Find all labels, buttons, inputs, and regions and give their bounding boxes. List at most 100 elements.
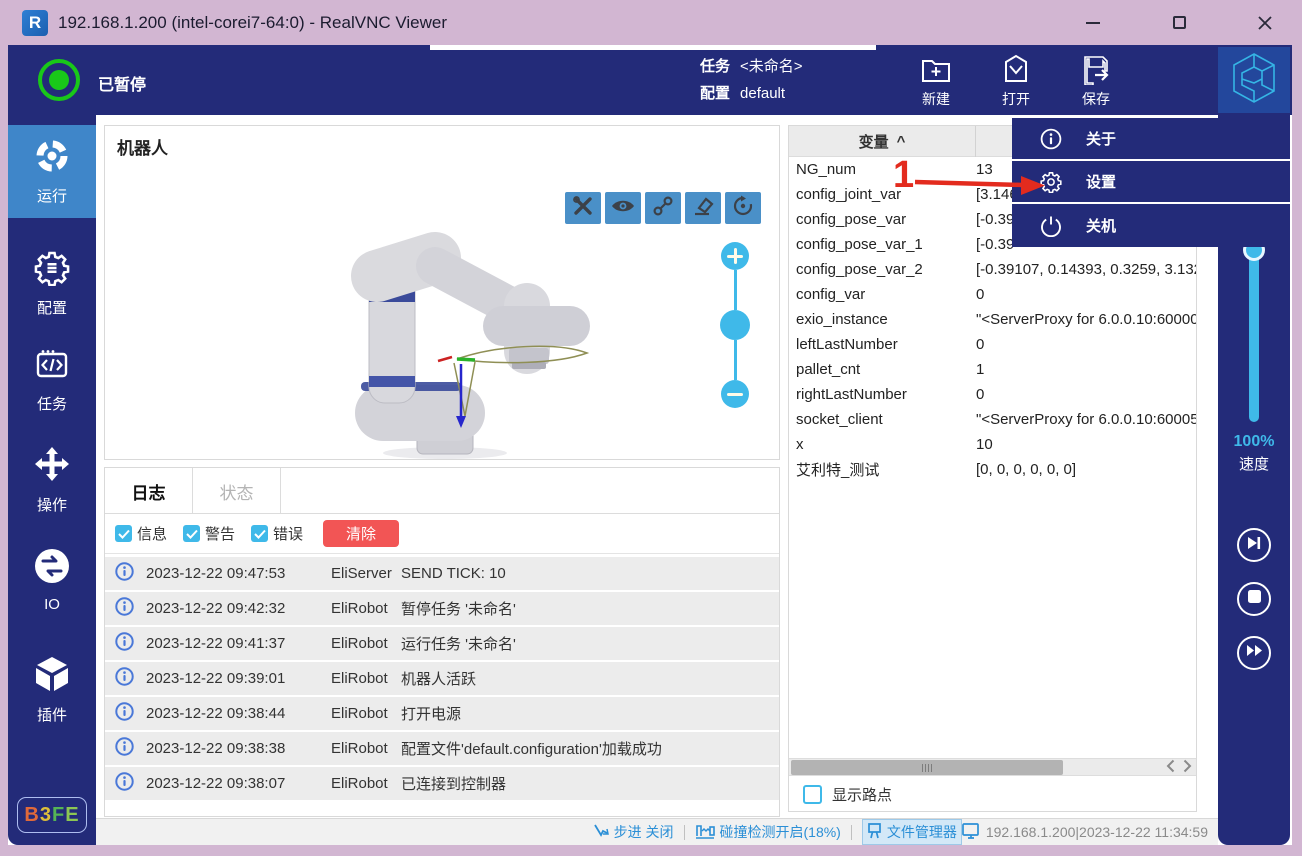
step-run-button[interactable]	[1237, 528, 1271, 562]
clear-log-button[interactable]: 清除	[323, 520, 399, 547]
task-label: 任务	[700, 58, 730, 75]
log-time: 2023-12-22 09:39:01	[146, 670, 331, 687]
variable-name: NG_num	[789, 161, 976, 178]
stop-button[interactable]	[1237, 582, 1271, 616]
scrollbar-thumb[interactable]	[791, 760, 1063, 775]
log-time: 2023-12-22 09:41:37	[146, 635, 331, 652]
variable-name: config_pose_var	[789, 211, 976, 228]
variable-row[interactable]: leftLastNumber 0	[789, 332, 1196, 357]
robot-3d-view[interactable]	[105, 126, 779, 459]
show-waypoints-row: 显示路点	[789, 776, 1196, 813]
sidebar-item-io[interactable]: IO	[8, 533, 96, 626]
sidebar-item-run[interactable]: 运行	[8, 125, 96, 218]
variable-row[interactable]: exio_instance "<ServerProxy for 6.0.0.10…	[789, 307, 1196, 332]
info-icon	[1040, 128, 1062, 150]
file-manager-button[interactable]: 文件管理器	[862, 819, 962, 845]
speed-percent: 100%	[1218, 433, 1290, 451]
log-tabs: 日志 状态	[105, 468, 779, 514]
tab-status[interactable]: 状态	[193, 468, 281, 514]
speed-slider-track[interactable]	[1249, 250, 1259, 422]
eraser-icon	[691, 194, 715, 223]
info-circle-icon	[115, 632, 134, 655]
sidebar-item-task[interactable]: 任务	[8, 333, 96, 426]
filter-warning-checkbox[interactable]: 警告	[183, 523, 235, 544]
log-row[interactable]: 2023-12-22 09:47:53 EliServer SEND TICK:…	[105, 557, 779, 590]
jog-icon	[33, 445, 71, 494]
log-row[interactable]: 2023-12-22 09:38:38 EliRobot 配置文件'defaul…	[105, 732, 779, 765]
tab-log[interactable]: 日志	[105, 468, 193, 514]
log-message: 打开电源	[401, 703, 461, 724]
log-row[interactable]: 2023-12-22 09:42:32 EliRobot 暂停任务 '未命名'	[105, 592, 779, 625]
variable-name: x	[789, 436, 976, 453]
status-bar: 步进 关闭 碰撞检测开启(18%) 文件管理器 192.168.1.200|20…	[96, 818, 1218, 845]
open-button[interactable]: 打开	[983, 53, 1049, 109]
log-list: 2023-12-22 09:47:53 EliServer SEND TICK:…	[105, 557, 779, 802]
scroll-right-icon[interactable]	[1183, 759, 1192, 778]
speed-label: 速度	[1218, 453, 1290, 474]
horizontal-scrollbar[interactable]	[789, 758, 1196, 776]
zoom-out-button[interactable]	[721, 380, 749, 408]
robot-3d-panel: 机器人	[104, 125, 780, 460]
maximize-button[interactable]	[1162, 6, 1196, 40]
log-row[interactable]: 2023-12-22 09:38:44 EliRobot 打开电源	[105, 697, 779, 730]
zoom-in-button[interactable]	[721, 242, 749, 270]
variable-name: pallet_cnt	[789, 361, 976, 378]
sidebar-item-jog[interactable]: 操作	[8, 433, 96, 526]
log-row[interactable]: 2023-12-22 09:38:07 EliRobot 已连接到控制器	[105, 767, 779, 800]
collision-detect-status[interactable]: 碰撞检测开启(18%)	[695, 822, 841, 842]
close-button[interactable]	[1248, 6, 1282, 40]
reset-view-icon	[731, 194, 755, 223]
remote-desktop: 已暂停 任务<未命名> 配置default 新建 打开 保存	[8, 45, 1292, 845]
menu-item-about[interactable]: 关于	[1012, 118, 1290, 161]
variable-name: exio_instance	[789, 311, 976, 328]
variable-row[interactable]: config_var 0	[789, 282, 1196, 307]
reset-view-button[interactable]	[725, 192, 761, 224]
new-task-button[interactable]: 新建	[903, 53, 969, 109]
task-config-info: 任务<未命名> 配置default	[700, 53, 803, 107]
visibility-button[interactable]	[605, 192, 641, 224]
tools-button[interactable]	[565, 192, 601, 224]
log-row[interactable]: 2023-12-22 09:41:37 EliRobot 运行任务 '未命名'	[105, 627, 779, 660]
eraser-button[interactable]	[685, 192, 721, 224]
variable-row[interactable]: 艾利特_测试 [0, 0, 0, 0, 0, 0]	[789, 457, 1196, 482]
variable-row[interactable]: socket_client "<ServerProxy for 6.0.0.10…	[789, 407, 1196, 432]
elite-logo-icon	[1230, 51, 1278, 110]
log-message: SEND TICK: 10	[401, 565, 506, 582]
step-mode-icon	[593, 823, 609, 842]
show-waypoints-label: 显示路点	[832, 784, 892, 805]
variable-row[interactable]: x 10	[789, 432, 1196, 457]
path-icon	[651, 194, 675, 223]
log-source: EliRobot	[331, 775, 401, 792]
filter-info-checkbox[interactable]: 信息	[115, 523, 167, 544]
zoom-slider-thumb[interactable]	[720, 310, 750, 340]
minimize-button[interactable]	[1076, 6, 1110, 40]
robot-status-led[interactable]	[38, 59, 80, 101]
variable-value: 10	[976, 436, 1196, 453]
sidebar-item-plugin[interactable]: 插件	[8, 643, 96, 736]
scroll-left-icon[interactable]	[1166, 759, 1175, 778]
filter-error-checkbox[interactable]: 错误	[251, 523, 303, 544]
variable-value: 0	[976, 286, 1196, 303]
step-mode-status[interactable]: 步进 关闭	[593, 822, 674, 842]
version-badge: B3FE	[17, 797, 87, 833]
variable-name: leftLastNumber	[789, 336, 976, 353]
variable-row[interactable]: config_pose_var_2 [-0.39107, 0.14393, 0.…	[789, 257, 1196, 282]
variable-row[interactable]: pallet_cnt 1	[789, 357, 1196, 382]
brand-logo-tile[interactable]	[1218, 47, 1290, 113]
menu-item-settings[interactable]: 设置	[1012, 161, 1290, 204]
menu-item-shutdown[interactable]: 关机	[1012, 204, 1290, 247]
path-button[interactable]	[645, 192, 681, 224]
save-button[interactable]: 保存	[1063, 53, 1129, 109]
log-row[interactable]: 2023-12-22 09:39:01 EliRobot 机器人活跃	[105, 662, 779, 695]
variable-value: [0, 0, 0, 0, 0, 0]	[976, 461, 1196, 478]
log-message: 暂停任务 '未命名'	[401, 598, 516, 619]
config-value: default	[740, 85, 785, 102]
task-value: <未命名>	[740, 58, 803, 75]
fast-forward-button[interactable]	[1237, 636, 1271, 670]
variable-name: config_var	[789, 286, 976, 303]
checked-checkbox-icon	[251, 525, 268, 542]
show-waypoints-checkbox[interactable]	[803, 785, 822, 804]
variables-header-label: 变量	[859, 131, 889, 152]
variable-row[interactable]: rightLastNumber 0	[789, 382, 1196, 407]
sidebar-item-config[interactable]: 配置	[8, 237, 96, 330]
